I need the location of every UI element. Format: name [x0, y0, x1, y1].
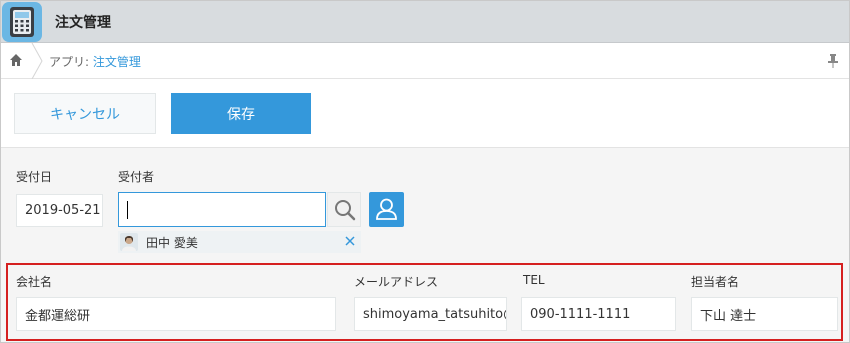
company-label: 会社名	[16, 275, 53, 289]
search-button[interactable]	[327, 192, 361, 227]
selected-user-name: 田中 愛美	[146, 236, 198, 250]
user-picker-button[interactable]	[369, 192, 404, 227]
record-form: 受付日 2019-05-21 受付者 田中 愛美 会社名 金都運総研 メールアド…	[1, 148, 849, 342]
home-icon[interactable]	[9, 53, 23, 67]
app-frame: 注文管理 アプリ: 注文管理 キャンセル 保存 受付日 2019-05-21 受…	[0, 0, 850, 343]
breadcrumb-separator	[31, 43, 43, 79]
breadcrumb-prefix: アプリ:	[49, 55, 93, 69]
search-icon	[335, 200, 356, 221]
breadcrumb: アプリ: 注文管理	[1, 43, 849, 79]
company-field[interactable]: 金都運総研	[16, 297, 336, 331]
user-avatar	[120, 233, 138, 251]
cancel-button[interactable]: キャンセル	[14, 93, 156, 134]
user-icon	[376, 198, 397, 220]
receiver-label: 受付者	[118, 170, 155, 184]
contact-label: 担当者名	[691, 275, 740, 289]
close-icon[interactable]	[344, 235, 356, 247]
breadcrumb-path: アプリ: 注文管理	[49, 53, 141, 70]
app-title: 注文管理	[55, 15, 111, 31]
pin-icon[interactable]	[827, 53, 839, 69]
email-field[interactable]: shimoyama_tatsuhito@	[354, 297, 507, 331]
tel-label: TEL	[523, 273, 545, 287]
contact-field[interactable]: 下山 達士	[691, 297, 838, 331]
save-button[interactable]: 保存	[171, 93, 311, 134]
receiver-search-input[interactable]	[118, 192, 326, 227]
tel-field[interactable]: 090-1111-1111	[521, 297, 676, 331]
selected-user-chip: 田中 愛美	[118, 231, 361, 253]
receipt-date-label: 受付日	[16, 170, 53, 184]
email-label: メールアドレス	[354, 275, 439, 289]
text-caret	[127, 201, 128, 219]
app-header: 注文管理	[1, 1, 849, 43]
receipt-date-field[interactable]: 2019-05-21	[16, 194, 103, 227]
breadcrumb-app-link[interactable]: 注文管理	[93, 55, 141, 69]
edit-toolbar: キャンセル 保存	[1, 79, 849, 148]
telephone-icon[interactable]	[2, 2, 42, 42]
